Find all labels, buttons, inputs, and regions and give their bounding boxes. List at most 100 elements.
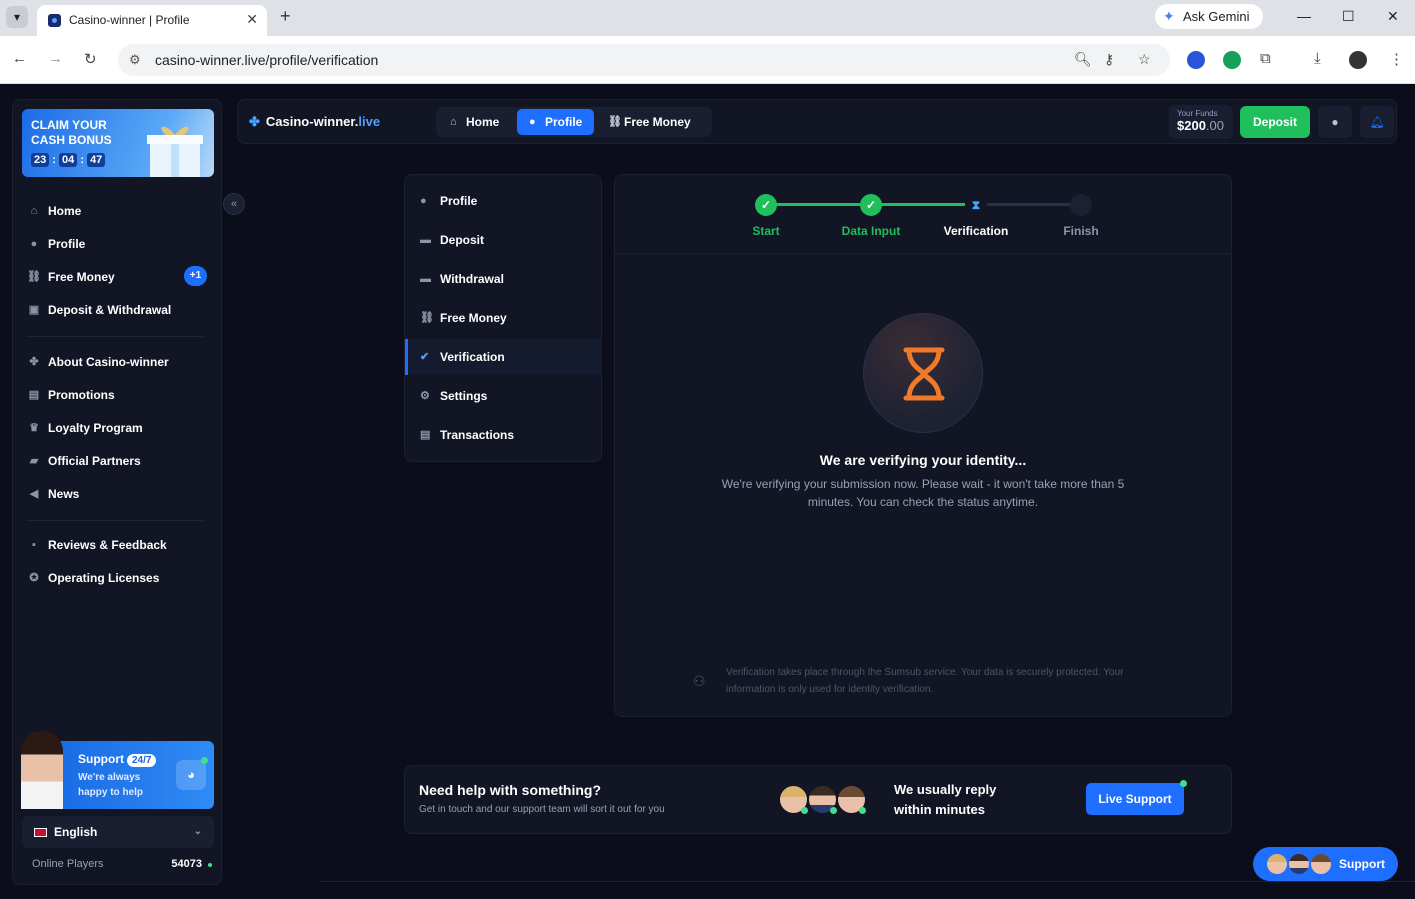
- window-close-icon[interactable]: ✕: [1387, 8, 1399, 25]
- sidebar-item-partners[interactable]: ▰ Official Partners: [27, 451, 207, 471]
- menu-label: Verification: [440, 350, 505, 364]
- support-title: Support 24/7: [78, 752, 157, 767]
- nav-profile[interactable]: ● Profile: [517, 109, 595, 135]
- site-settings-icon[interactable]: ⚙: [129, 52, 141, 68]
- bookmark-star-icon[interactable]: ☆: [1138, 51, 1151, 68]
- zoom-icon[interactable]: 🔍︎: [1074, 51, 1092, 68]
- nav-home[interactable]: ⌂ Home: [438, 109, 511, 135]
- support-team-avatars: [778, 784, 870, 816]
- withdrawal-icon: ▬: [420, 273, 431, 285]
- chat-icon[interactable]: ◕: [176, 760, 206, 790]
- sidebar-item-label: Free Money: [48, 270, 115, 284]
- password-key-icon[interactable]: ⚷: [1104, 51, 1114, 68]
- sidebar-item-loyalty[interactable]: ♛ Loyalty Program: [27, 418, 207, 438]
- back-icon[interactable]: ←: [12, 50, 27, 67]
- tab-search-icon[interactable]: ▾: [6, 6, 28, 28]
- step-label-verification: Verification: [943, 224, 1009, 238]
- funds-amount: $200: [1177, 118, 1206, 133]
- clover-icon: ✤: [29, 356, 39, 368]
- cash-bonus-banner[interactable]: CLAIM YOUR CASH BONUS 23 : 04 : 47: [22, 109, 214, 177]
- url-text[interactable]: casino-winner.live/profile/verification: [155, 52, 378, 68]
- timer-hours: 23: [31, 153, 50, 167]
- sidebar-item-free-money[interactable]: ⛓ Free Money +1: [27, 266, 207, 287]
- sidebar-item-news[interactable]: ◀ News: [27, 484, 207, 504]
- step-finish-dot: [1070, 194, 1092, 216]
- site-logo[interactable]: ✤ Casino-winner.live: [249, 114, 380, 130]
- step-start-check-icon: ✓: [755, 194, 777, 216]
- sidebar-item-profile[interactable]: ● Profile: [27, 234, 207, 254]
- profile-menu-deposit[interactable]: ▬ Deposit: [405, 222, 602, 258]
- step-label-start: Start: [752, 224, 780, 238]
- avatar: [807, 784, 838, 815]
- online-players: Online Players 54073: [32, 858, 212, 870]
- ask-gemini-button[interactable]: ✦ Ask Gemini: [1155, 4, 1263, 29]
- profile-menu-verification[interactable]: ✔ Verification: [405, 339, 602, 375]
- grammarly-icon[interactable]: [1223, 51, 1241, 69]
- profile-menu-profile[interactable]: ● Profile: [405, 183, 602, 219]
- address-bar[interactable]: ⚙ casino-winner.live/profile/verificatio…: [118, 44, 1170, 76]
- gift-icon: ⛓: [608, 116, 622, 128]
- language-select[interactable]: English ⌄: [22, 816, 214, 848]
- live-support-button[interactable]: Live Support: [1086, 780, 1187, 815]
- funds-display[interactable]: Your Funds $200.00: [1169, 105, 1233, 139]
- maximize-icon[interactable]: ☐: [1342, 8, 1355, 25]
- profile-menu-free-money[interactable]: ⛓ Free Money: [405, 300, 602, 336]
- profile-avatar-icon[interactable]: [1349, 51, 1367, 69]
- browser-toolbar: ← → ↻ ⚙ casino-winner.live/profile/verif…: [0, 36, 1415, 84]
- reply-time-text: We usually reply within minutes: [894, 782, 997, 817]
- extension-icon[interactable]: [1187, 51, 1205, 69]
- tab-title: Casino-winner | Profile: [69, 13, 190, 27]
- notification-bell-icon[interactable]: 🔔︎: [1360, 106, 1394, 138]
- floating-support-button[interactable]: Support: [1253, 847, 1398, 881]
- hourglass-circle: [863, 313, 983, 433]
- gift-box-icon: [147, 126, 203, 177]
- user-account-icon[interactable]: ●: [1318, 106, 1352, 138]
- profile-menu-settings[interactable]: ⚙ Settings: [405, 378, 602, 414]
- support-card[interactable]: Support 24/7 We're always happy to help ◕: [21, 731, 214, 809]
- help-title: Need help with something?: [419, 782, 602, 798]
- home-icon: ⌂: [30, 205, 38, 217]
- online-dot: [859, 807, 866, 814]
- new-tab-icon[interactable]: +: [280, 6, 291, 27]
- verification-title: We are verifying your identity...: [819, 452, 1027, 468]
- nav-free-money[interactable]: ⛓ Free Money: [596, 109, 703, 135]
- sidebar-item-label: Reviews & Feedback: [48, 538, 167, 552]
- online-dot: [830, 807, 837, 814]
- user-icon: ●: [420, 195, 427, 207]
- sidebar-item-about[interactable]: ✤ About Casino-winner: [27, 352, 207, 372]
- tab-close-icon[interactable]: ✕: [246, 11, 258, 28]
- logo-accent: live: [358, 114, 381, 129]
- sidebar-item-label: News: [48, 487, 80, 501]
- live-support-label: Live Support: [1098, 792, 1172, 806]
- sidebar-item-reviews[interactable]: ▪ Reviews & Feedback: [27, 535, 207, 555]
- deposit-button[interactable]: Deposit: [1240, 106, 1310, 138]
- collapse-sidebar-icon[interactable]: «: [223, 193, 245, 215]
- reload-icon[interactable]: ↻: [84, 50, 97, 68]
- receipt-icon: ▤: [420, 429, 431, 441]
- avatar: [778, 784, 809, 815]
- sidebar: CLAIM YOUR CASH BONUS 23 : 04 : 47 « ⌂ Ho…: [12, 99, 245, 885]
- sidebar-item-label: Profile: [48, 237, 86, 251]
- profile-menu-withdrawal[interactable]: ▬ Withdrawal: [405, 261, 602, 297]
- logo-text: Casino-winner.: [265, 114, 359, 129]
- bonus-timer: 23 : 04 : 47: [31, 153, 106, 167]
- online-label: Online Players: [32, 858, 104, 870]
- online-count: 54073: [171, 858, 202, 870]
- browser-tab[interactable]: Casino-winner | Profile ✕: [37, 5, 267, 36]
- extensions-puzzle-icon[interactable]: ⧉: [1260, 50, 1271, 67]
- sidebar-item-home[interactable]: ⌂ Home: [27, 201, 207, 221]
- download-icon[interactable]: ⤓: [1314, 50, 1321, 67]
- forward-icon[interactable]: →: [48, 50, 63, 67]
- online-dot: [1180, 780, 1187, 787]
- minimize-icon[interactable]: —: [1297, 8, 1311, 24]
- menu-dots-icon[interactable]: ⋮: [1389, 50, 1404, 68]
- sidebar-item-licenses[interactable]: ✪ Operating Licenses: [27, 568, 207, 588]
- progress-line-pending: [976, 203, 1081, 206]
- sidebar-item-promotions[interactable]: ▤ Promotions: [27, 385, 207, 405]
- badge-icon: ✪: [29, 572, 39, 584]
- menu-label: Deposit: [440, 233, 485, 247]
- uk-flag-icon: [34, 828, 47, 837]
- avatar: [1309, 852, 1333, 876]
- profile-menu-transactions[interactable]: ▤ Transactions: [405, 417, 602, 453]
- sidebar-item-deposit-withdrawal[interactable]: ▣ Deposit & Withdrawal: [27, 300, 207, 320]
